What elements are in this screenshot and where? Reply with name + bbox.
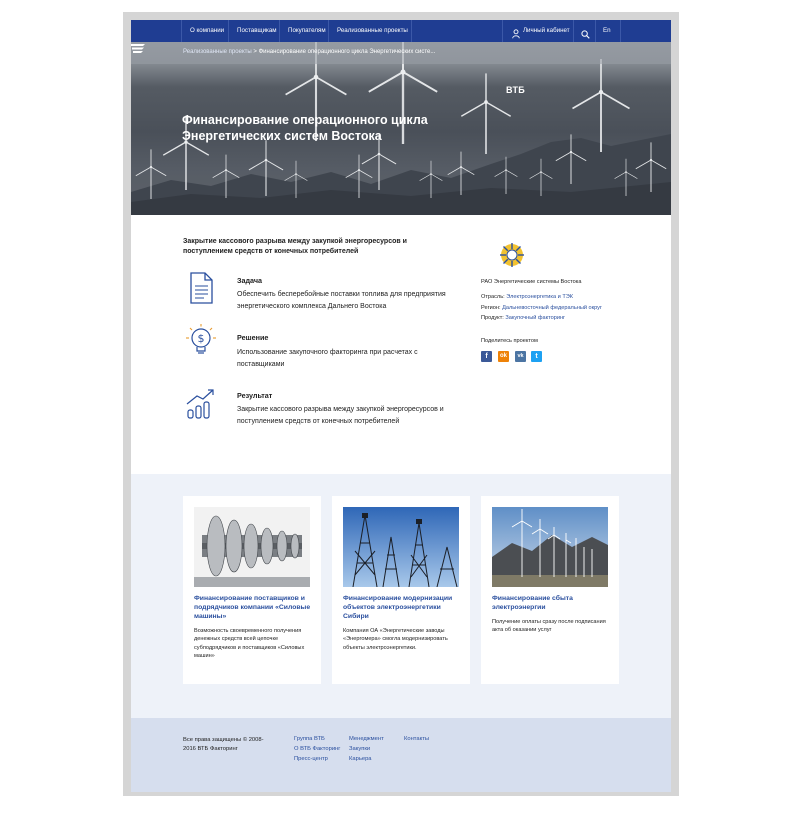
nav-separator: [620, 20, 621, 42]
company-logo-icon: [500, 243, 524, 267]
result-label: Результат: [237, 391, 273, 400]
document-icon: [190, 272, 213, 304]
card-title[interactable]: Финансирование сбыта электроэнергии: [492, 594, 612, 612]
card-text: Возможность своевременного получения ден…: [194, 628, 305, 659]
product-row: Продукт: Закупочный факторинг: [481, 315, 565, 321]
content-heading: Закрытие кассового разрыва между закупко…: [183, 238, 407, 255]
product-label: Продукт:: [481, 315, 504, 321]
cabinet-link[interactable]: Личный кабинет: [523, 20, 570, 42]
region-label: Регион:: [481, 305, 501, 311]
turbine-image: [194, 507, 310, 587]
hero-banner: Реализованные проекты > Финансирование о…: [131, 42, 671, 215]
nav-separator: [411, 20, 412, 42]
wind-turbines-image: [492, 507, 608, 587]
project-card[interactable]: Финансирование модернизации объектов эле…: [332, 496, 470, 684]
nav-separator: [181, 20, 182, 42]
breadcrumb: Реализованные проекты > Финансирование о…: [183, 49, 435, 55]
page-title: Финансирование операционного цикла Энерг…: [182, 113, 428, 143]
vtb-logo-icon[interactable]: [131, 42, 193, 54]
breadcrumb-separator: >: [253, 49, 257, 55]
industry-link[interactable]: Электроэнергетика и ТЭК: [506, 294, 573, 300]
result-text: Закрытие кассового разрыва между закупко…: [237, 406, 444, 425]
project-card[interactable]: Финансирование поставщиков и подрядчиков…: [183, 496, 321, 684]
footer-link-management[interactable]: Менеджмент: [349, 736, 384, 742]
company-name: РАО Энергетические системы Востока: [481, 279, 582, 285]
footer-link-career[interactable]: Карьера: [349, 756, 372, 762]
language-switch[interactable]: En: [603, 20, 611, 42]
industry-row: Отрасль: Электроэнергетика и ТЭК: [481, 294, 573, 300]
svg-text:$: $: [198, 332, 205, 345]
facebook-icon[interactable]: f: [481, 351, 492, 362]
card-text: Получение оплаты сразу после подписания …: [492, 619, 606, 634]
nav-separator: [328, 20, 329, 42]
vk-icon[interactable]: vk: [515, 351, 526, 362]
share-label: Поделитесь проектом: [481, 338, 538, 344]
task-text: Обеспечить бесперебойные поставки топлив…: [237, 291, 446, 310]
lightbulb-dollar-icon: $: [186, 324, 216, 354]
nav-item-about[interactable]: О компании: [190, 20, 224, 42]
card-title[interactable]: Финансирование модернизации объектов эле…: [343, 594, 463, 621]
breadcrumb-current: Финансирование операционного цикла Энерг…: [258, 49, 436, 55]
nav-separator: [573, 20, 574, 42]
product-link[interactable]: Закупочный факторинг: [505, 315, 565, 321]
footer-link-vtb-group[interactable]: Группа ВТБ: [294, 736, 325, 742]
footer-link-procurement[interactable]: Закупки: [349, 746, 370, 752]
region-row: Регион: Дальневосточный федеральный окру…: [481, 305, 602, 311]
odnoklassniki-icon[interactable]: ok: [498, 351, 509, 362]
nav-separator: [228, 20, 229, 42]
page: О компании Поставщикам Покупателям Реали…: [131, 20, 671, 792]
footer-link-contacts[interactable]: Контакты: [404, 736, 429, 742]
nav-item-projects[interactable]: Реализованные проекты: [337, 20, 408, 42]
region-link[interactable]: Дальневосточный федеральный округ: [502, 305, 602, 311]
user-icon[interactable]: [512, 26, 520, 39]
twitter-icon[interactable]: t: [531, 351, 542, 362]
project-card[interactable]: Финансирование сбыта электроэнергии Полу…: [481, 496, 619, 684]
solution-text: Использование закупочного факторинга при…: [237, 349, 418, 368]
industry-label: Отрасль:: [481, 294, 505, 300]
card-text: Компания ОА «Энергетические заводы «Энер…: [343, 628, 448, 651]
nav-separator: [595, 20, 596, 42]
top-nav: О компании Поставщикам Покупателям Реали…: [131, 20, 671, 42]
solution-label: Решение: [237, 333, 269, 342]
footer: Все права защищены © 2008-2016 ВТБ Факто…: [131, 718, 671, 792]
nav-separator: [502, 20, 503, 42]
footer-link-press[interactable]: Пресс-центр: [294, 756, 328, 762]
card-title[interactable]: Финансирование поставщиков и подрядчиков…: [194, 594, 314, 621]
power-towers-image: [343, 507, 459, 587]
nav-separator: [279, 20, 280, 42]
task-label: Задача: [237, 276, 263, 285]
breadcrumb-link[interactable]: Реализованные проекты: [183, 49, 252, 55]
search-icon[interactable]: [581, 26, 590, 39]
nav-item-suppliers[interactable]: Поставщикам: [237, 20, 277, 42]
growth-chart-icon: [186, 389, 214, 419]
copyright: Все права защищены © 2008-2016 ВТБ Факто…: [183, 737, 264, 752]
footer-link-about[interactable]: О ВТБ Факторинг: [294, 746, 340, 752]
nav-item-buyers[interactable]: Покупателям: [288, 20, 326, 42]
vtb-logo-text: ВТБ: [506, 85, 526, 95]
